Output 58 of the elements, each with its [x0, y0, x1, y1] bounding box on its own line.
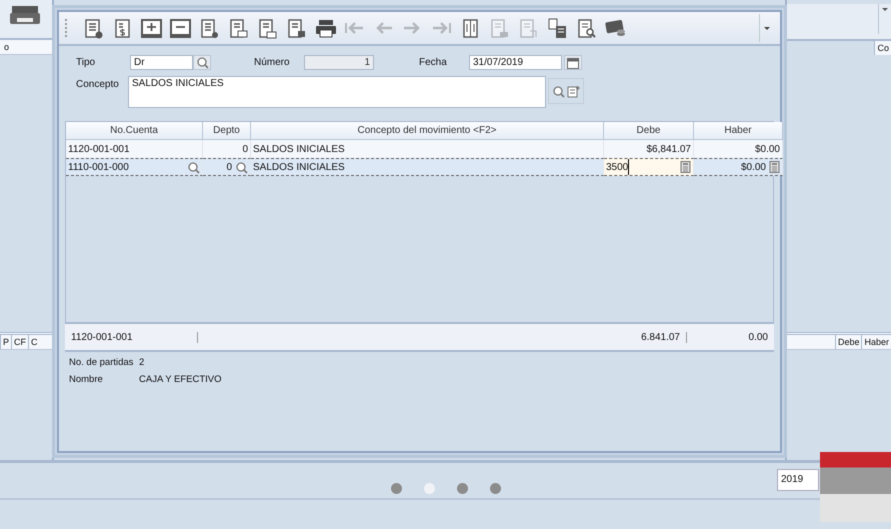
department-text: 0: [226, 160, 232, 174]
account-text: 1110-001-000: [68, 160, 129, 174]
field-label: Concepto: [76, 79, 120, 90]
page-dot[interactable]: [390, 483, 402, 494]
printer-button[interactable]: [314, 17, 336, 39]
caret-icon: [764, 26, 770, 30]
credit-text: $0.00: [740, 160, 766, 174]
info-value: CAJA Y EFECTIVO: [139, 374, 222, 385]
column-header: o: [0, 40, 52, 55]
page-dot[interactable]: [424, 483, 434, 494]
column-header[interactable]: No.Cuenta: [66, 122, 203, 140]
photo-placeholder: [820, 452, 891, 522]
column-header[interactable]: Concepto del movimiento <F2>: [251, 122, 604, 140]
monitor-button[interactable]: [169, 17, 191, 39]
debit-total: 6.841.07: [599, 332, 687, 342]
column-header[interactable]: Haber: [694, 122, 783, 140]
number-field: 1: [304, 55, 374, 70]
caret-icon: [882, 8, 888, 11]
calendar-button[interactable]: [564, 55, 582, 70]
search-icon[interactable]: [552, 84, 565, 98]
page-dot[interactable]: [490, 483, 500, 494]
column-header: CF: [11, 335, 28, 349]
department-text: 0: [242, 142, 248, 156]
info-label: No. de partidas: [69, 357, 134, 368]
column-header[interactable]: Depto: [203, 122, 251, 140]
type-field[interactable]: Dr: [130, 55, 193, 70]
field-label: Tipo: [76, 57, 96, 68]
account-total: 1120-001-001: [65, 332, 198, 342]
column-header: Debe: [834, 335, 862, 349]
page-dot[interactable]: [456, 483, 468, 494]
concept-text: SALDOS INICIALES: [253, 160, 345, 174]
printer-icon[interactable]: [10, 6, 40, 24]
document-icon[interactable]: [567, 84, 580, 98]
document-button[interactable]: [546, 17, 568, 39]
column-header: Co: [874, 41, 891, 55]
concept-text: SALDOS INICIALES: [253, 142, 345, 156]
search-icon[interactable]: [187, 160, 200, 174]
card-button[interactable]: [604, 17, 626, 39]
account-text: 1120-001-001: [68, 142, 130, 156]
monitor-button[interactable]: [140, 17, 162, 39]
concept-field[interactable]: SALDOS INICIALES: [128, 76, 546, 108]
column-header[interactable]: Debe: [604, 122, 694, 140]
search-icon[interactable]: [235, 160, 248, 174]
column-header: C: [28, 335, 40, 349]
column-header: Haber: [861, 335, 891, 349]
year-field[interactable]: 2019: [777, 469, 819, 491]
calculator-icon[interactable]: [680, 161, 691, 173]
field-label: Fecha: [419, 57, 448, 68]
credit-total: 0.00: [748, 332, 769, 342]
date-field[interactable]: 31/07/2019: [469, 55, 562, 70]
debit-text: $6,841.07: [646, 142, 691, 156]
credit-text: $0.00: [754, 142, 780, 156]
field-label: Número: [254, 57, 291, 68]
column-header: P: [0, 335, 12, 349]
calculator-icon[interactable]: [769, 161, 780, 173]
info-label: Nombre: [69, 374, 104, 385]
info-value: 2: [139, 357, 144, 368]
search-button[interactable]: [193, 55, 211, 70]
